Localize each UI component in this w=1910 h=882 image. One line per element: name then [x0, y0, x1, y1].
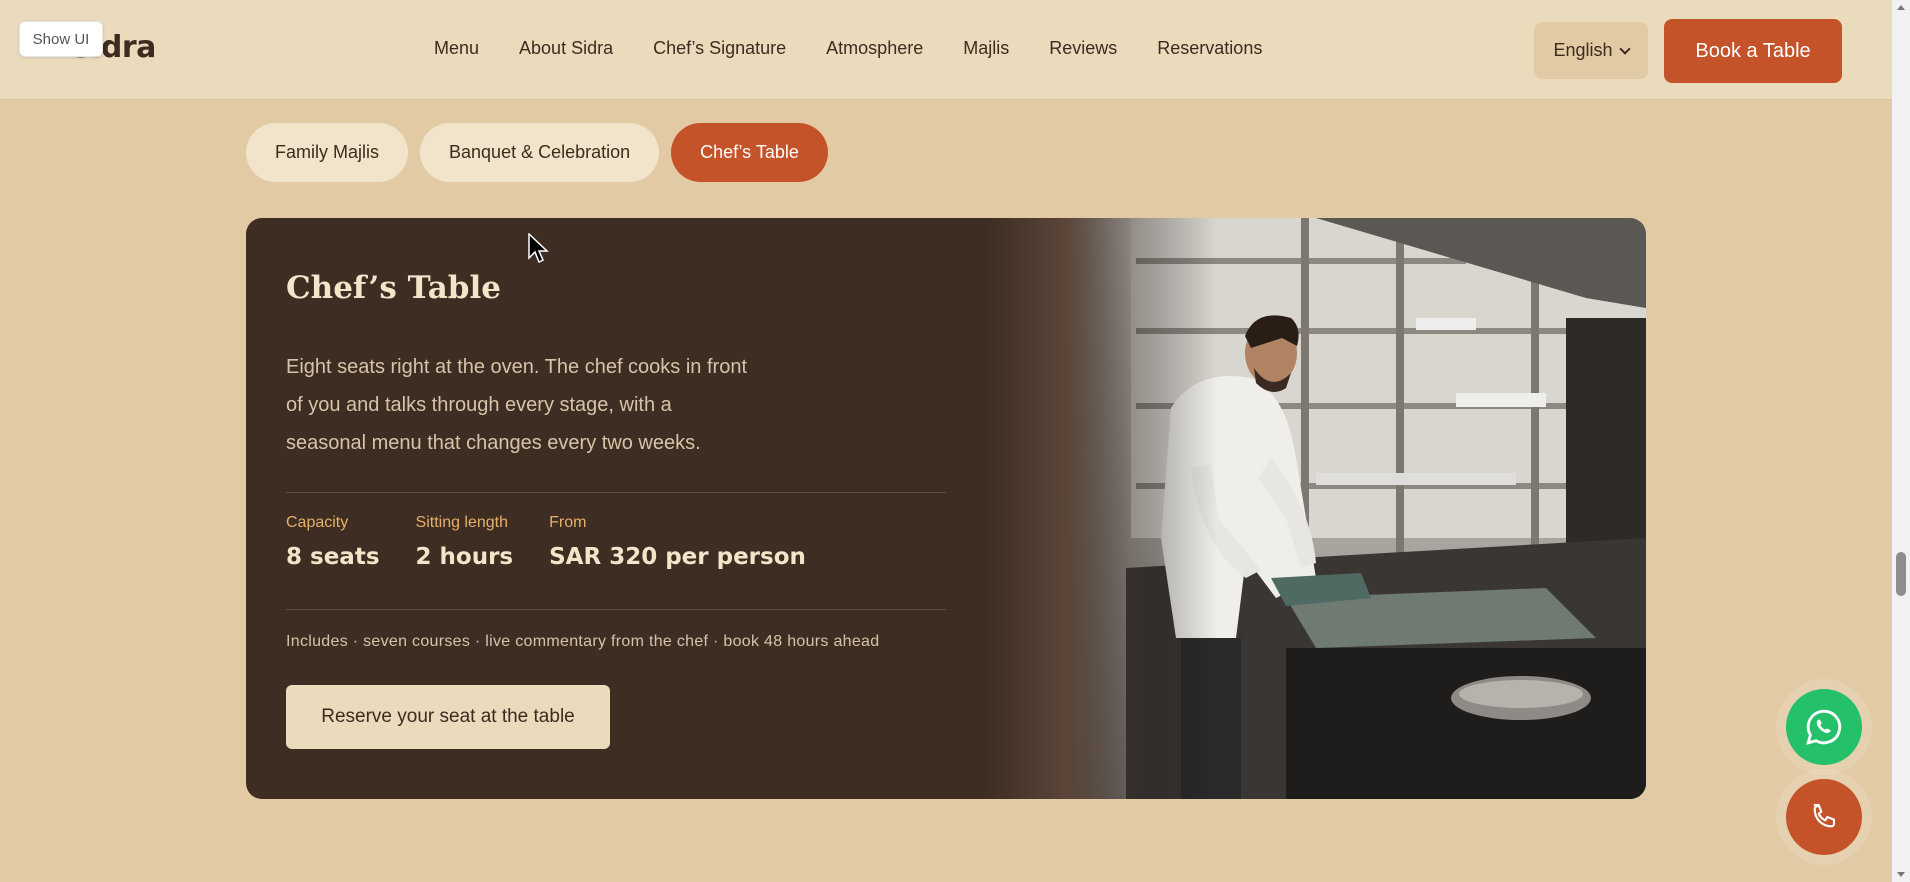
tab-family-majlis[interactable]: Family Majlis: [246, 123, 409, 182]
whatsapp-icon: [1806, 709, 1842, 745]
chef-photo: [986, 218, 1646, 799]
venue-card: Chef’s Table Eight seats right at the ov…: [246, 218, 1646, 799]
stat-label: Sitting length: [415, 514, 509, 531]
venue-stats: Capacity 8 seats Sitting length 2 hours …: [286, 514, 806, 570]
language-label: English: [1553, 40, 1613, 60]
chevron-down-icon: [1618, 42, 1631, 55]
nav-item-reviews[interactable]: Reviews: [1049, 38, 1117, 59]
nav-item-reservations[interactable]: Reservations: [1157, 38, 1262, 59]
stat-price: From SAR 320 per person: [549, 514, 806, 570]
reserve-seat-button[interactable]: Reserve your seat at the table: [286, 685, 610, 749]
stat-value: 2 hours: [415, 544, 514, 570]
divider: [286, 609, 946, 610]
site-header: Sidra Show UI Menu About Sidra Chef’s Si…: [0, 0, 1892, 100]
tab-banquet-celebration[interactable]: Banquet & Celebration: [420, 123, 660, 182]
nav-item-chefs-signature[interactable]: Chef’s Signature: [653, 38, 786, 59]
nav-item-atmosphere[interactable]: Atmosphere: [826, 38, 923, 59]
phone-button[interactable]: [1786, 779, 1862, 855]
book-table-button[interactable]: Book a Table: [1664, 19, 1842, 83]
page-scrollbar[interactable]: [1892, 0, 1910, 882]
phone-icon: [1813, 803, 1836, 828]
stat-label: From: [549, 514, 587, 531]
scroll-down-arrow[interactable]: [1897, 872, 1905, 877]
main-nav: Menu About Sidra Chef’s Signature Atmosp…: [434, 38, 1262, 59]
show-ui-button[interactable]: Show UI: [19, 21, 103, 57]
stat-capacity: Capacity 8 seats: [286, 514, 380, 570]
mouse-cursor-icon: [528, 233, 549, 264]
stat-value: 8 seats: [286, 544, 380, 570]
tab-chefs-table[interactable]: Chef’s Table: [671, 123, 828, 182]
scrollbar-thumb[interactable]: [1896, 552, 1906, 596]
language-select[interactable]: English: [1534, 22, 1648, 79]
nav-item-menu[interactable]: Menu: [434, 38, 479, 59]
venue-description: Eight seats right at the oven. The chef …: [286, 356, 748, 454]
includes-text: Includes · seven courses · live commenta…: [286, 633, 880, 650]
venue-card-details: Chef’s Table Eight seats right at the ov…: [246, 218, 986, 799]
venue-tabs: Family Majlis Banquet & Celebration Chef…: [246, 123, 828, 182]
divider: [286, 492, 946, 493]
whatsapp-button[interactable]: [1786, 689, 1862, 765]
chef-kitchen-image: [986, 218, 1646, 799]
stat-value: SAR 320 per person: [549, 544, 806, 570]
stat-label: Capacity: [286, 514, 349, 531]
nav-item-majlis[interactable]: Majlis: [963, 38, 1009, 59]
stat-sitting-length: Sitting length 2 hours: [416, 514, 514, 570]
venue-title: Chef’s Table: [286, 270, 501, 306]
scroll-up-arrow[interactable]: [1897, 5, 1905, 10]
nav-item-about[interactable]: About Sidra: [519, 38, 613, 59]
